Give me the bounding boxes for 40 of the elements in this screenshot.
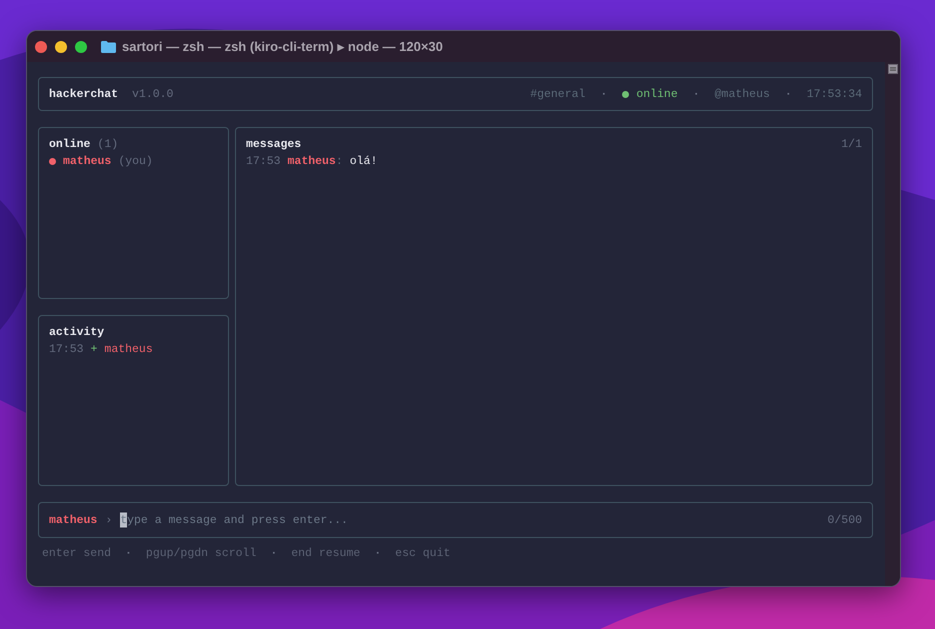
prompt-sign: ›: [105, 514, 112, 526]
minimize-button[interactable]: [55, 40, 67, 52]
separator: ·: [125, 547, 132, 560]
page-counter: 1/1: [841, 138, 862, 151]
message-text: olá!: [350, 155, 378, 168]
event-user: matheus: [104, 342, 153, 356]
channel-label: #general: [530, 88, 586, 100]
separator: ·: [270, 547, 278, 560]
scroll-handle-icon[interactable]: [888, 64, 898, 74]
user-handle: @matheus: [714, 88, 770, 100]
key-hint: pgup/pgdn scroll: [146, 547, 256, 560]
input-user: matheus: [49, 514, 98, 526]
panel-title: activity: [49, 326, 104, 338]
clock-time: 17:53:34: [806, 88, 862, 100]
event-time: 17:53: [49, 342, 84, 356]
key-hint: esc quit: [395, 547, 450, 560]
join-sign: +: [90, 342, 98, 356]
separator: ·: [600, 88, 608, 100]
message-colon: :: [336, 155, 343, 168]
message-author: matheus: [288, 155, 336, 168]
version-label: v1.0.0: [132, 88, 174, 100]
char-counter: 0/500: [827, 514, 862, 526]
close-button[interactable]: [35, 40, 47, 52]
folder-icon: [101, 40, 116, 52]
scrollbar[interactable]: [885, 62, 900, 586]
separator: ·: [784, 88, 792, 100]
user-name[interactable]: matheus: [63, 155, 112, 168]
app-name: hackerchat: [49, 88, 118, 100]
key-hint: end resume: [291, 547, 360, 560]
panel-title: messages: [246, 138, 302, 151]
message-time: 17:53: [246, 155, 281, 168]
status-label: online: [636, 88, 678, 100]
user-count: (1): [97, 138, 118, 151]
separator: ·: [374, 547, 382, 560]
zoom-button[interactable]: [75, 40, 87, 52]
separator: ·: [692, 88, 700, 100]
panel-title: online: [49, 138, 90, 151]
window-title: sartori — zsh — zsh (kiro-cli-term) ▸ node — 120×30: [122, 39, 443, 54]
user-suffix: (you): [118, 155, 153, 168]
key-hint: enter send: [42, 547, 112, 560]
